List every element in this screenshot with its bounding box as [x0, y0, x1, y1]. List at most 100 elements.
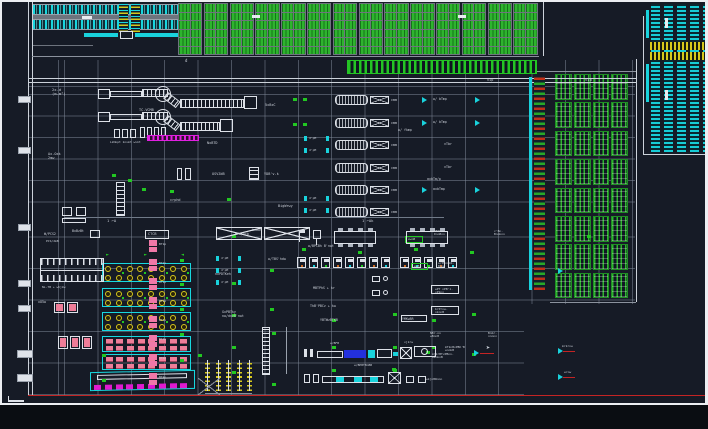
rack-cell [205, 47, 216, 55]
rack-cell [489, 47, 500, 55]
pink-machine [180, 364, 187, 369]
rack-right-cell [611, 159, 628, 185]
yellow-rack-row [650, 42, 705, 50]
annotation: YDB'v-k [264, 172, 279, 176]
rack-cell [345, 38, 356, 46]
rack-cell [385, 21, 396, 29]
outline-box [185, 168, 191, 180]
yellow-machine [159, 291, 165, 297]
green-marker [122, 321, 124, 323]
annotation: W/PCS2 [44, 233, 56, 237]
flow-arrow [422, 187, 427, 193]
filled-rect [252, 15, 260, 18]
bracket-label: d'pM [309, 197, 316, 200]
pink-machine [106, 357, 113, 362]
pink-strip-item [149, 266, 157, 272]
machine-cap [372, 259, 377, 262]
rack-right-cell [574, 273, 591, 299]
small-machine [345, 257, 354, 268]
rack-cell [437, 47, 448, 55]
rack-cell [411, 47, 422, 55]
rack-cell [449, 47, 460, 55]
yellow-machine [105, 291, 111, 297]
filled-rect [336, 377, 344, 382]
cad-viewport[interactable]: BTkpBTkpBTkpBTkpBTkpBTkpBTkpBTkpcmmw/ bT… [0, 0, 708, 429]
rack-cell [371, 13, 382, 21]
line [8, 396, 9, 402]
outline-box [122, 129, 128, 138]
flow-arrow [422, 120, 427, 126]
machine-cap [360, 259, 365, 262]
rack-cell [216, 38, 227, 46]
machine-cap [324, 259, 329, 262]
rack-right-cell [555, 188, 572, 214]
green-marker [587, 235, 591, 238]
machine-count-label: cmm [391, 189, 397, 193]
rack-cell [526, 47, 537, 55]
green-marker [272, 332, 276, 335]
machine-count-label: cmm [391, 211, 397, 215]
yellow-hatch-strip [131, 2, 140, 32]
green-marker [187, 297, 189, 299]
yellow-dot-rack [247, 360, 252, 391]
chair [338, 228, 343, 231]
crossed-box [370, 119, 389, 127]
rack-cell [526, 13, 537, 21]
rack-cell [205, 30, 216, 38]
frame-bottom [0, 403, 708, 405]
rack-cell [205, 38, 216, 46]
filled-rect [368, 350, 375, 358]
filled-rect [82, 16, 92, 19]
chair [420, 228, 425, 231]
rack-cell [282, 47, 293, 55]
rack-cell [308, 30, 319, 38]
outline-box [377, 349, 392, 358]
rack-cell [216, 21, 227, 29]
chair [410, 244, 415, 247]
process-machine [335, 118, 368, 128]
green-marker [472, 313, 476, 316]
pink-machine [127, 339, 134, 344]
yellow-machine [127, 266, 133, 272]
rack-cell [179, 38, 190, 46]
machine-count-label: cmm [391, 122, 397, 126]
machine-dot [361, 265, 363, 267]
cyan-bracket [216, 256, 219, 261]
rack-right-cell [555, 102, 572, 128]
drawing-canvas[interactable]: BTkpBTkpBTkpBTkpBTkpBTkpBTkpBTkpcmmw/ bT… [2, 2, 705, 403]
yellow-rack-row [650, 52, 705, 60]
green-marker [166, 272, 168, 274]
pink-strip-item [149, 354, 157, 360]
chair [440, 244, 445, 247]
rack-top-group [384, 3, 408, 55]
rack-cell [463, 4, 474, 12]
annotation: w/PCnnkb- Bnnn [438, 262, 454, 269]
rack-cell [334, 30, 345, 38]
rack-top-group [333, 3, 357, 55]
machine-dot [325, 265, 327, 267]
cyan-arrow [474, 350, 479, 356]
cyan-bracket [238, 268, 241, 273]
line [480, 353, 494, 354]
filled-rect [354, 377, 362, 382]
rack-cell [371, 30, 382, 38]
flow-label: vTbr [444, 143, 452, 147]
annotation: BxBzBt [72, 230, 84, 234]
workcell-band-yellow [102, 263, 191, 282]
green-marker [144, 297, 146, 299]
rack-cell [268, 30, 279, 38]
rack-cell [463, 21, 474, 29]
crossed-box [370, 96, 389, 104]
rack-cell [474, 21, 485, 29]
pink-strip-item [149, 297, 157, 303]
chair [368, 244, 373, 247]
outline-box [62, 207, 72, 216]
rack-cell [242, 4, 253, 12]
rack-top-group [410, 3, 434, 55]
annotation: nxPDTKeh [215, 273, 231, 277]
rack-cell [345, 30, 356, 38]
yellow-machine [105, 275, 111, 281]
filled-rect [665, 90, 668, 100]
rack-cell [205, 13, 216, 21]
turntable [421, 348, 428, 355]
